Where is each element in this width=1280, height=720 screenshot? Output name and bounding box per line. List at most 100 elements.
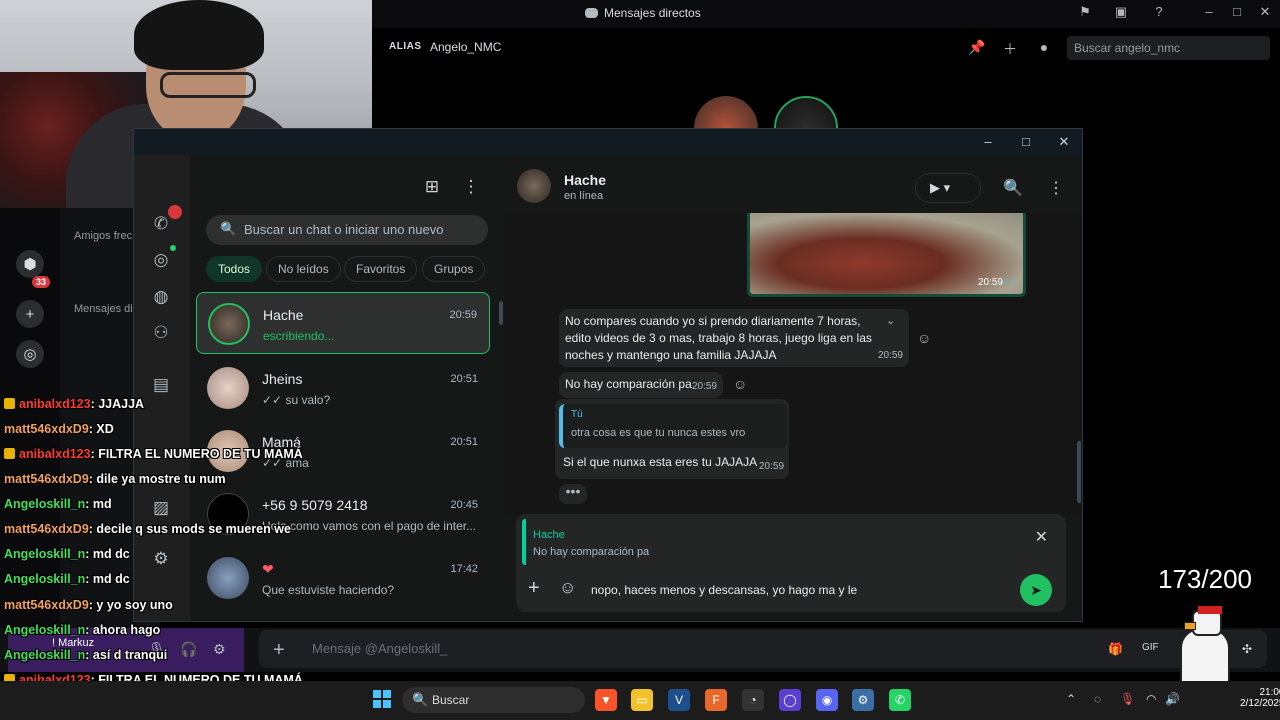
wa-close-button[interactable]: ✕ [1054,134,1074,150]
stream-chat-line: anibalxd123: FILTRA EL NUMERO DE TU MAMÁ [4,447,303,461]
chat-username: matt546xdxD9 [4,422,89,436]
chat-item-hache[interactable]: Hache 20:59 escribiendo... [196,292,490,354]
profile-icon[interactable]: ● [1035,39,1053,57]
conversation-menu-icon[interactable]: ⋮ [1048,178,1064,198]
chat-search-placeholder: Buscar un chat o iniciar uno nuevo [244,222,444,237]
reply-author: Hache [533,529,565,541]
tray-status-icon[interactable]: ◌ [1094,692,1101,706]
friends-label: Amigos frec [74,230,133,242]
filter-unread[interactable]: No leídos [266,256,341,282]
duck-mascot-beak [1184,622,1196,630]
pin-icon[interactable]: 📌 [968,39,986,57]
add-server-icon[interactable]: + [16,300,44,328]
message-bubble[interactable]: No compares cuando yo si prendo diariame… [559,309,909,367]
react-icon[interactable]: ☺ [733,376,747,392]
settings-taskbar-icon[interactable]: ⚙ [852,689,874,711]
wa-maximize-button[interactable]: □ [1016,134,1036,150]
conversation-scrollbar[interactable] [1077,441,1081,503]
discord-search-input[interactable]: Buscar angelo_nmc [1067,36,1270,60]
message-bubble[interactable]: No hay comparación pa 20:59 [559,372,723,398]
compose-input[interactable]: nopo, haces menos y descansas, yo hago m… [591,583,857,597]
add-friend-icon[interactable]: ＋ [1001,39,1019,57]
discord-logo-icon [585,8,598,18]
chat-item-jheins[interactable]: Jheins 20:51 ✓✓ su valo? [196,357,490,419]
wa-settings-icon[interactable]: ⚙ [150,548,172,570]
chat-username: Angeloskill_n [4,623,86,637]
stream-chat-line: matt546xdxD9: y yo soy uno [4,598,173,612]
gift-icon[interactable]: 🎁 [1108,642,1123,656]
filter-all[interactable]: Todos [206,256,263,282]
stream-chat-line: Angeloskill_n: así d tranqui [4,648,167,662]
menu-icon[interactable]: ⋮ [460,177,482,199]
new-chat-icon[interactable]: ⊞ [421,177,443,199]
quote-text: otra cosa es que tu nunca estes vro [571,427,746,439]
image-message[interactable]: 20:59 ✓✓ [747,213,1026,297]
channels-icon[interactable]: ◍ [150,286,172,308]
settings-icon[interactable]: ⚙ [213,641,226,658]
chat-time: 20:51 [450,373,478,385]
inbox-icon[interactable]: ▣ [1110,4,1132,24]
chat-preview: Que estuviste haciendo? [262,583,395,597]
send-button[interactable]: ➤ [1020,574,1052,606]
server-icon[interactable]: ⬢ [16,250,44,278]
flag-icon[interactable]: ⚑ [1074,4,1096,24]
contact-name[interactable]: Hache [564,172,606,188]
message-text: No compares cuando yo si prendo diariame… [565,314,872,362]
attach-icon[interactable]: + [528,577,540,600]
chat-search-input[interactable]: 🔍 Buscar un chat o iniciar uno nuevo [206,215,488,245]
duck-mascot-hat [1198,606,1222,614]
compose-box[interactable]: + ☺ nopo, haces menos y descansas, yo ha… [516,568,1066,612]
visual-studio-icon[interactable]: V [668,689,690,711]
message-menu-chevron-icon[interactable]: ⌄ [886,314,895,327]
obs-icon[interactable]: ◔ [742,689,764,711]
conversation-search-icon[interactable]: 🔍 [1003,178,1023,198]
chat-item-heart[interactable]: ❤ 17:42 Que estuviste haciendo? [196,547,490,609]
explore-icon[interactable]: ◎ [16,340,44,368]
headphones-icon[interactable]: 🎧 [180,641,197,658]
filter-favorites[interactable]: Favoritos [344,256,418,282]
archived-icon[interactable]: ▤ [150,374,172,396]
whatsapp-taskbar-icon[interactable]: ✆ [889,689,911,711]
search-icon: 🔍 [220,221,237,236]
clock-time: 21:00 [1259,687,1280,698]
contact-status: en línea [564,190,604,202]
chat-username: anibalxd123 [19,397,91,411]
communities-icon[interactable]: ⚇ [150,322,172,344]
maximize-button[interactable]: □ [1226,4,1248,24]
apps-icon[interactable]: ✣ [1242,642,1252,656]
file-explorer-icon[interactable]: ▭ [631,689,653,711]
quoted-message[interactable]: Tú otra cosa es que tu nunca estes vro [559,404,787,448]
chat-list-scrollbar[interactable] [499,301,503,325]
windows-start-icon[interactable] [373,690,391,708]
status-icon[interactable]: ◎ [150,249,172,271]
gif-icon[interactable]: GIF [1142,642,1159,653]
brave-icon[interactable]: ▼ [595,689,617,711]
filter-groups[interactable]: Grupos [422,256,486,282]
wa-minimize-button[interactable]: – [978,134,998,150]
chat-message: : así d tranqui [85,648,168,662]
help-icon[interactable]: ? [1148,4,1170,24]
react-icon[interactable]: ☺ [917,330,931,346]
fl-studio-icon[interactable]: F [705,689,727,711]
tray-overflow-icon[interactable]: ⌃ [1066,692,1076,706]
emoji-icon[interactable]: ☺ [559,578,576,598]
discord-taskbar-icon[interactable]: ◉ [816,689,838,711]
dm-label: Mensajes di [74,303,133,315]
attach-icon[interactable]: + [273,639,285,662]
media-icon[interactable]: ▨ [150,497,172,519]
minimize-button[interactable]: – [1198,4,1220,24]
league-icon[interactable]: ◯ [779,689,801,711]
taskbar-search[interactable]: 🔍 Buscar [402,687,585,713]
sub-badge-icon [4,448,15,459]
video-call-button[interactable]: ▶ ▾ [915,173,981,203]
close-button[interactable]: ✕ [1254,4,1276,24]
volume-icon[interactable]: 🔊 [1165,692,1180,706]
status-dot [170,245,176,251]
chat-username: matt546xdxD9 [4,522,89,536]
contact-avatar[interactable] [517,169,551,203]
close-reply-icon[interactable]: ✕ [1035,527,1048,547]
chat-name: ❤ [262,561,274,577]
mic-tray-icon[interactable]: 🎙 [1120,692,1135,706]
taskbar-clock[interactable]: 21:00 2/12/2025 [1240,687,1280,709]
wifi-icon[interactable]: ◠ [1146,692,1156,706]
